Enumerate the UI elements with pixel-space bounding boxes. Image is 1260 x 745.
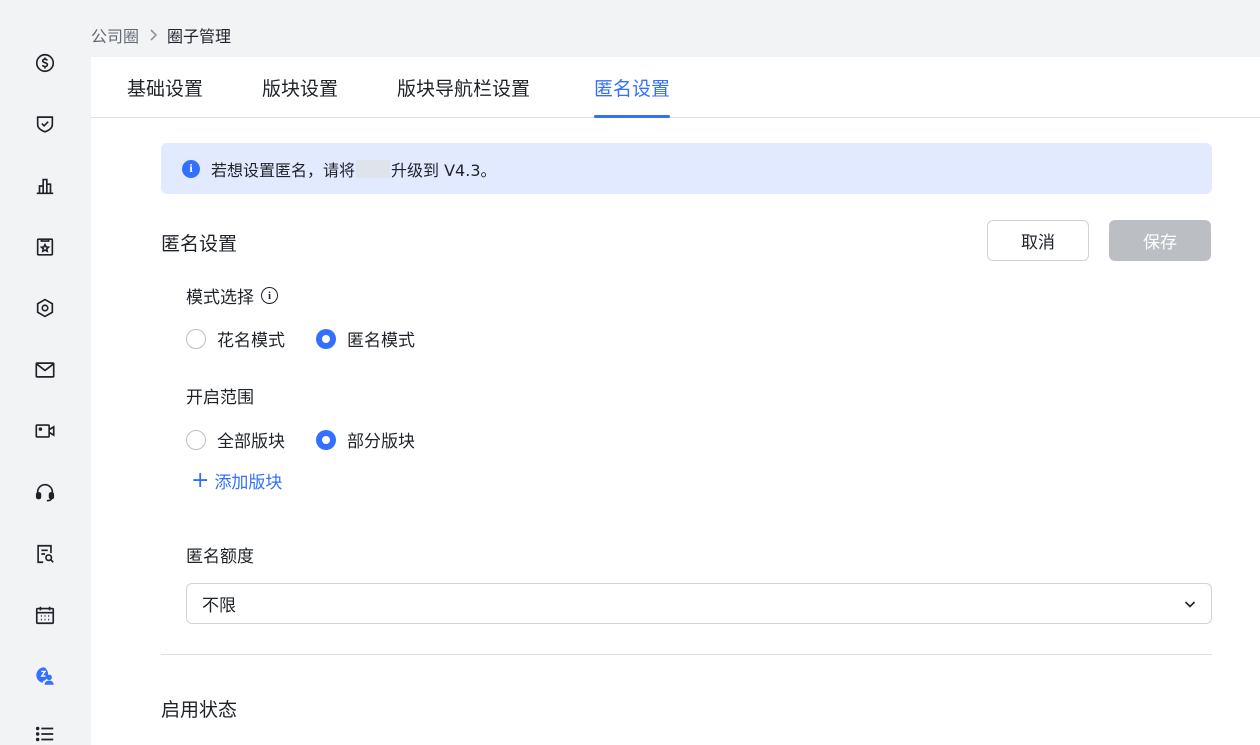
- shield-check-icon[interactable]: [33, 112, 57, 136]
- save-button[interactable]: 保存: [1109, 220, 1211, 261]
- mail-icon[interactable]: [33, 358, 57, 382]
- sidebar: [0, 0, 90, 745]
- breadcrumb-root[interactable]: 公司圈: [91, 23, 139, 47]
- info-outline-icon[interactable]: i: [261, 287, 278, 304]
- radio-circle: [186, 328, 206, 349]
- chevron-down-icon: [1183, 596, 1197, 616]
- info-alert: i 若想设置匿名，请将 升级到 V4.3。: [161, 143, 1212, 194]
- video-camera-icon[interactable]: [33, 419, 57, 443]
- quota-label: 匿名额度: [186, 547, 254, 567]
- radio-label: 全部版块: [217, 432, 285, 452]
- radio-all-boards[interactable]: 全部版块: [186, 427, 285, 452]
- hexagon-settings-icon[interactable]: [33, 296, 57, 320]
- tab-bar: 基础设置 版块设置 版块导航栏设置 匿名设置: [91, 57, 1260, 118]
- radio-partial-boards[interactable]: 部分版块: [316, 427, 415, 452]
- tab-board-settings[interactable]: 版块设置: [262, 74, 338, 118]
- tab-board-nav-settings[interactable]: 版块导航栏设置: [397, 74, 530, 118]
- main-panel: 基础设置 版块设置 版块导航栏设置 匿名设置 i 若想设置匿名，请将 升级到 V…: [91, 57, 1260, 745]
- list-icon[interactable]: [33, 722, 57, 745]
- quota-select[interactable]: 不限: [186, 583, 1212, 624]
- mode-radio-group: 花名模式 匿名模式: [186, 326, 446, 351]
- alert-text-after: 升级到 V4.3。: [391, 160, 497, 180]
- redacted-text: [356, 159, 391, 178]
- radio-anonymous-mode[interactable]: 匿名模式: [316, 326, 415, 351]
- star-badge-icon[interactable]: [33, 235, 57, 259]
- status-title: 启用状态: [161, 699, 238, 721]
- scope-label: 开启范围: [186, 388, 254, 408]
- section-divider: [161, 654, 1212, 655]
- document-search-icon[interactable]: [33, 542, 57, 566]
- alert-text-before: 若想设置匿名，请将: [211, 160, 356, 180]
- add-board-label: 添加版块: [214, 473, 283, 493]
- tab-anonymous-settings[interactable]: 匿名设置: [594, 74, 671, 118]
- radio-label: 部分版块: [347, 432, 415, 452]
- radio-circle-checked: [316, 429, 336, 450]
- info-icon: i: [182, 159, 200, 178]
- plus-icon: +: [191, 467, 210, 493]
- mode-label: 模式选择: [186, 288, 254, 308]
- people-circle-icon[interactable]: [33, 664, 57, 688]
- radio-nickname-mode[interactable]: 花名模式: [186, 326, 285, 351]
- radio-circle: [186, 429, 206, 450]
- scope-radio-group: 全部版块 部分版块: [186, 427, 446, 452]
- tab-basic-settings[interactable]: 基础设置: [127, 74, 203, 118]
- calendar-icon[interactable]: [33, 603, 57, 627]
- chevron-right-icon: [148, 28, 158, 42]
- section-title: 匿名设置: [161, 233, 238, 255]
- radio-circle-checked: [316, 328, 336, 349]
- radio-label: 花名模式: [217, 331, 285, 351]
- bar-chart-icon[interactable]: [33, 174, 57, 198]
- add-board-link[interactable]: + 添加版块: [191, 468, 282, 493]
- headset-icon[interactable]: [33, 480, 57, 504]
- cancel-button[interactable]: 取消: [987, 220, 1089, 261]
- quota-select-value: 不限: [202, 596, 236, 616]
- dollar-circle-icon[interactable]: [33, 51, 57, 75]
- breadcrumb-current: 圈子管理: [167, 27, 232, 46]
- breadcrumb: 公司圈 圈子管理: [91, 24, 231, 46]
- radio-label: 匿名模式: [347, 331, 415, 351]
- mode-label-row: 模式选择 i: [186, 283, 278, 308]
